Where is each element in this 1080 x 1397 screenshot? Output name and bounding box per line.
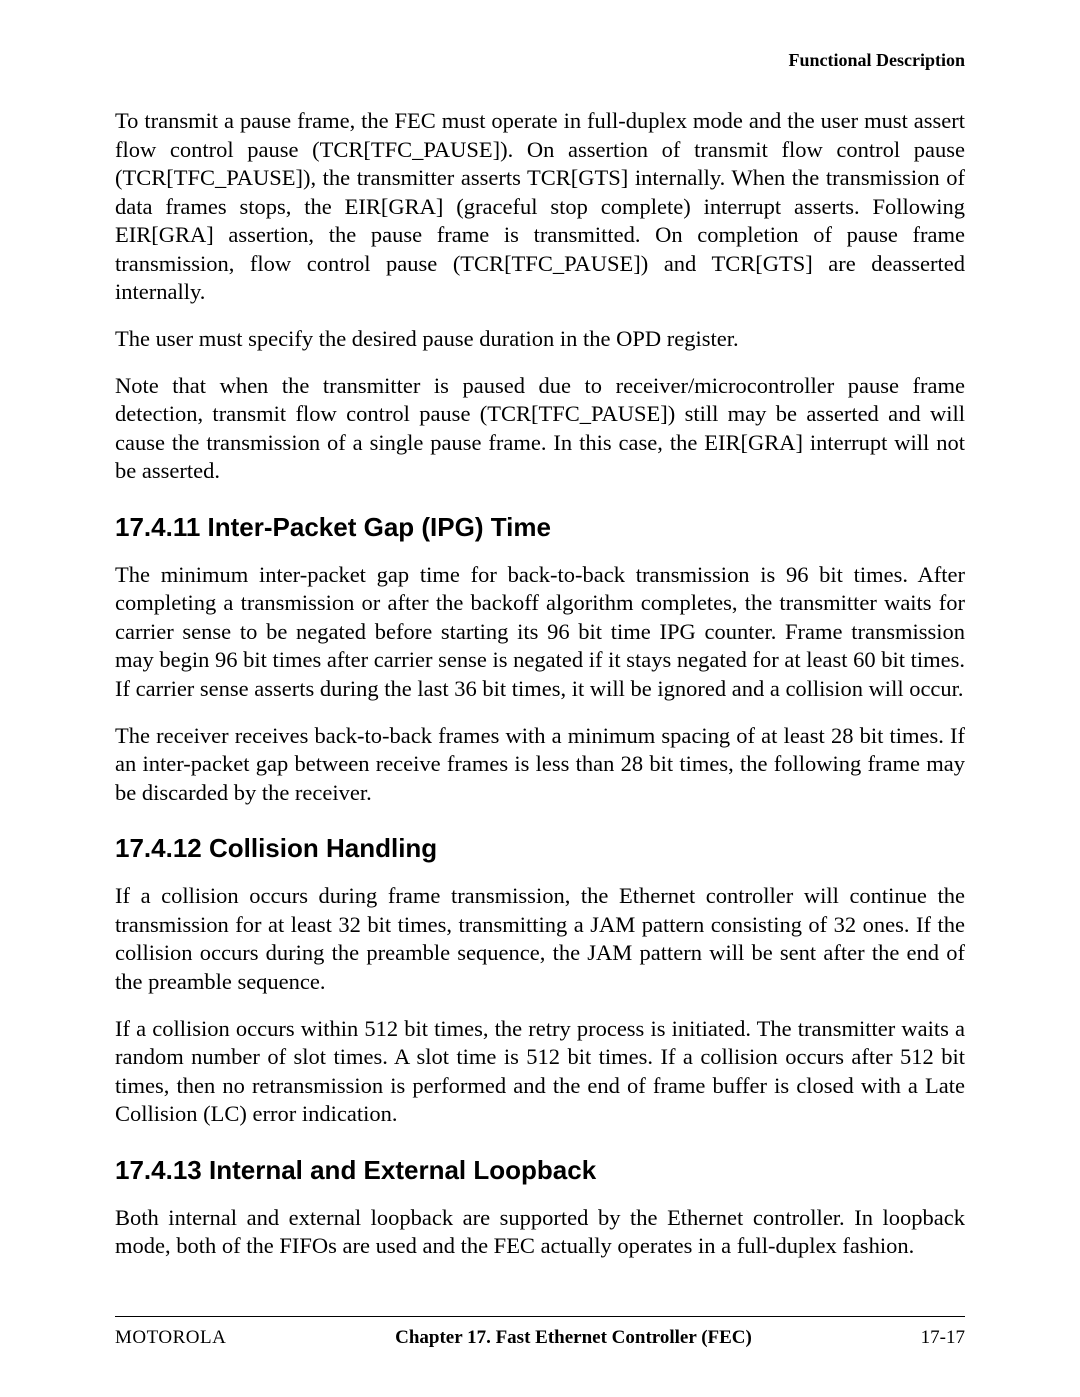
body-paragraph: The receiver receives back-to-back frame… xyxy=(115,722,965,808)
footer-center: Chapter 17. Fast Ethernet Controller (FE… xyxy=(395,1327,752,1349)
body-paragraph: Both internal and external loopback are … xyxy=(115,1204,965,1261)
body-paragraph: To transmit a pause frame, the FEC must … xyxy=(115,107,965,307)
page-footer: MOTOROLA Chapter 17. Fast Ethernet Contr… xyxy=(115,1316,965,1349)
running-head: Functional Description xyxy=(115,50,965,71)
footer-page-number: 17-17 xyxy=(921,1327,965,1349)
footer-left: MOTOROLA xyxy=(115,1327,226,1349)
body-paragraph: If a collision occurs during frame trans… xyxy=(115,882,965,996)
document-page: Functional Description To transmit a pau… xyxy=(0,0,1080,1397)
section-heading-collision-handling: 17.4.12 Collision Handling xyxy=(115,833,965,864)
body-paragraph: If a collision occurs within 512 bit tim… xyxy=(115,1015,965,1129)
body-paragraph: Note that when the transmitter is paused… xyxy=(115,372,965,486)
section-heading-loopback: 17.4.13 Internal and External Loopback xyxy=(115,1155,965,1186)
body-paragraph: The user must specify the desired pause … xyxy=(115,325,965,354)
body-paragraph: The minimum inter-packet gap time for ba… xyxy=(115,561,965,704)
section-heading-ipg-time: 17.4.11 Inter-Packet Gap (IPG) Time xyxy=(115,512,965,543)
